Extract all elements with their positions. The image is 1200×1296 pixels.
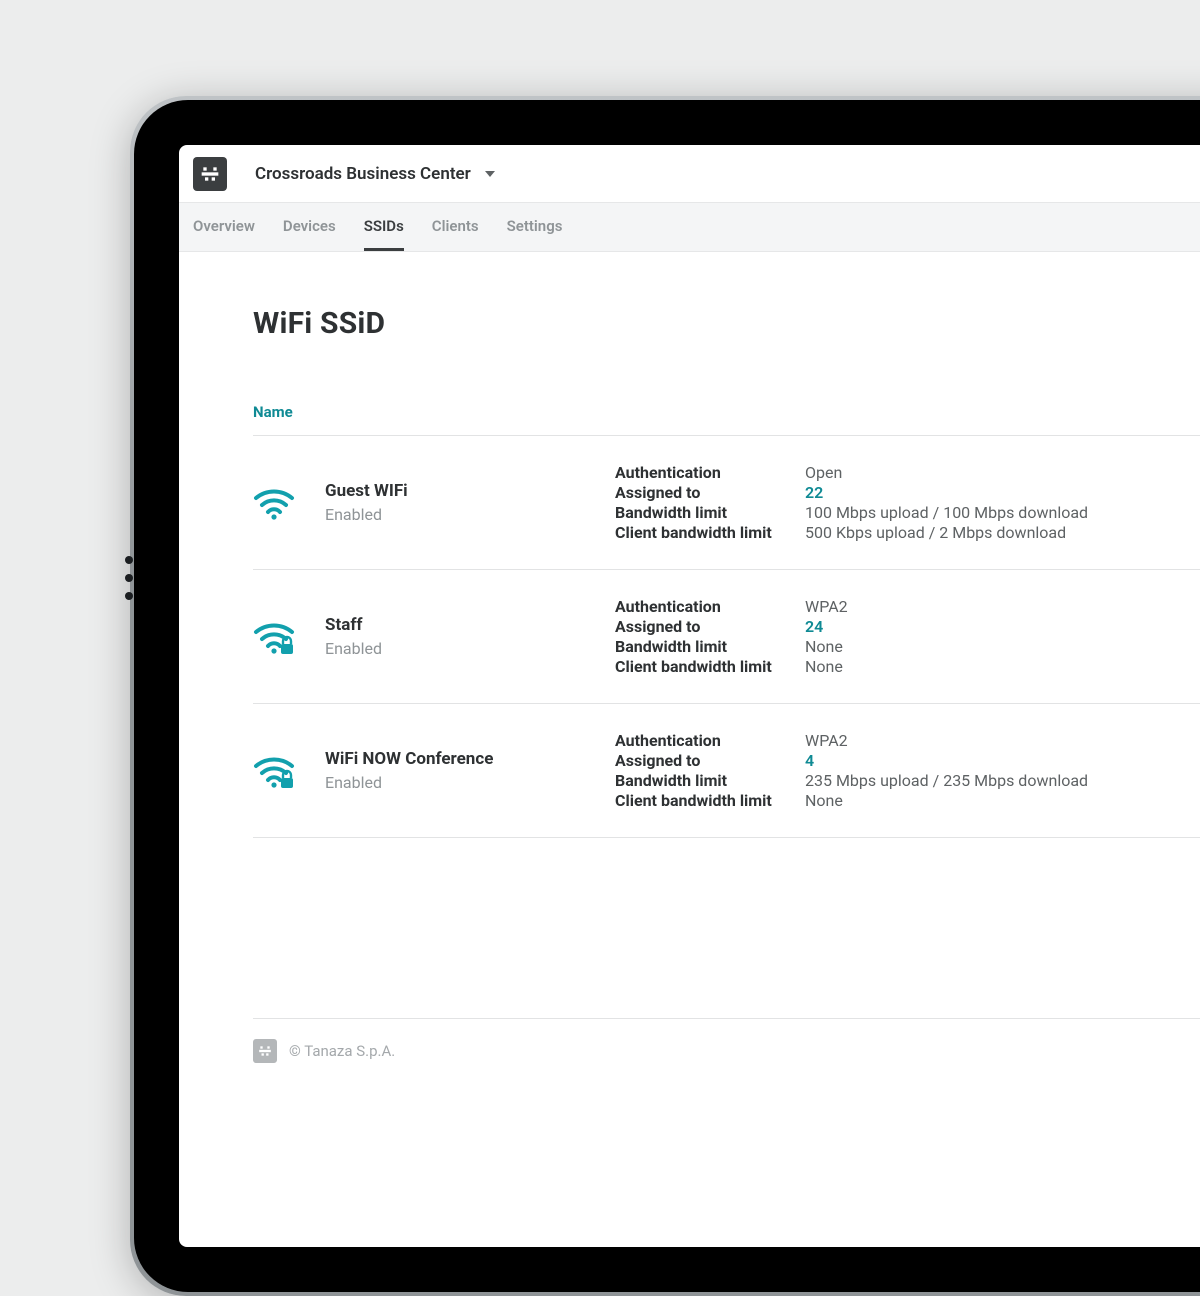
copyright-text: © Tanaza S.p.A.: [289, 1042, 395, 1060]
value-bandwidth-limit: 100 Mbps upload / 100 Mbps download: [805, 503, 1200, 522]
value-assigned-to[interactable]: 22: [805, 483, 1200, 502]
chevron-down-icon: [485, 171, 495, 177]
ssid-field-values: WPA2 24 None None: [805, 596, 1200, 677]
value-bandwidth-limit: 235 Mbps upload / 235 Mbps download: [805, 771, 1200, 790]
page-content: WiFi SSiD Name Guest WIFi Enabled Authen…: [179, 252, 1200, 1087]
ssid-field-labels: Authentication Assigned to Bandwidth lim…: [615, 596, 805, 677]
tab-settings[interactable]: Settings: [507, 203, 563, 251]
ssid-identity: WiFi NOW Conference Enabled: [325, 749, 615, 792]
tablet-frame: Crossroads Business Center Overview Devic…: [130, 96, 1200, 1296]
tablet-screen: Crossroads Business Center Overview Devic…: [179, 145, 1200, 1247]
value-client-bandwidth-limit: None: [805, 791, 1200, 810]
label-assigned-to: Assigned to: [615, 751, 805, 770]
label-client-bandwidth-limit: Client bandwidth limit: [615, 523, 805, 542]
device-side-buttons: [126, 546, 132, 610]
ssid-row[interactable]: WiFi NOW Conference Enabled Authenticati…: [253, 704, 1200, 838]
tab-label: SSIDs: [364, 217, 404, 235]
ssid-table: Name Guest WIFi Enabled Authentication A…: [253, 403, 1200, 838]
value-assigned-to[interactable]: 24: [805, 617, 1200, 636]
wifi-icon: [253, 486, 325, 520]
label-client-bandwidth-limit: Client bandwidth limit: [615, 791, 805, 810]
ssid-identity: Staff Enabled: [325, 615, 615, 658]
tab-label: Overview: [193, 217, 255, 235]
value-authentication: WPA2: [805, 731, 1200, 750]
label-bandwidth-limit: Bandwidth limit: [615, 503, 805, 522]
ssid-status: Enabled: [325, 639, 615, 658]
label-assigned-to: Assigned to: [615, 483, 805, 502]
ssid-status: Enabled: [325, 505, 615, 524]
label-authentication: Authentication: [615, 597, 805, 616]
ssid-identity: Guest WIFi Enabled: [325, 481, 615, 524]
value-client-bandwidth-limit: 500 Kbps upload / 2 Mbps download: [805, 523, 1200, 542]
tab-strip: Overview Devices SSIDs Clients Settings: [179, 203, 1200, 252]
tab-label: Clients: [432, 217, 479, 235]
tab-overview[interactable]: Overview: [193, 203, 255, 251]
wifi-secured-icon: [253, 620, 325, 654]
tab-ssids[interactable]: SSIDs: [364, 203, 404, 251]
brand-logo-icon[interactable]: [193, 157, 227, 191]
ssid-status: Enabled: [325, 773, 615, 792]
value-authentication: WPA2: [805, 597, 1200, 616]
column-header-name[interactable]: Name: [253, 403, 1200, 435]
label-client-bandwidth-limit: Client bandwidth limit: [615, 657, 805, 676]
value-client-bandwidth-limit: None: [805, 657, 1200, 676]
ssid-name: Guest WIFi: [325, 481, 615, 501]
wifi-secured-icon: [253, 754, 325, 788]
app-footer: © Tanaza S.p.A.: [253, 1018, 1200, 1063]
page-title: WiFi SSiD: [253, 306, 1200, 341]
value-bandwidth-limit: None: [805, 637, 1200, 656]
ssid-field-labels: Authentication Assigned to Bandwidth lim…: [615, 730, 805, 811]
label-authentication: Authentication: [615, 731, 805, 750]
ssid-row[interactable]: Guest WIFi Enabled Authentication Assign…: [253, 436, 1200, 570]
ssid-name: Staff: [325, 615, 615, 635]
ssid-field-values: WPA2 4 235 Mbps upload / 235 Mbps downlo…: [805, 730, 1200, 811]
tablet-bezel: Crossroads Business Center Overview Devic…: [134, 100, 1200, 1292]
label-assigned-to: Assigned to: [615, 617, 805, 636]
ssid-row[interactable]: Staff Enabled Authentication Assigned to…: [253, 570, 1200, 704]
ssid-field-values: Open 22 100 Mbps upload / 100 Mbps downl…: [805, 462, 1200, 543]
label-bandwidth-limit: Bandwidth limit: [615, 771, 805, 790]
network-name: Crossroads Business Center: [255, 164, 471, 184]
value-assigned-to[interactable]: 4: [805, 751, 1200, 770]
app-header: Crossroads Business Center: [179, 145, 1200, 203]
network-picker[interactable]: Crossroads Business Center: [255, 164, 495, 184]
ssid-field-labels: Authentication Assigned to Bandwidth lim…: [615, 462, 805, 543]
tab-label: Settings: [507, 217, 563, 235]
label-authentication: Authentication: [615, 463, 805, 482]
value-authentication: Open: [805, 463, 1200, 482]
ssid-name: WiFi NOW Conference: [325, 749, 615, 769]
tab-devices[interactable]: Devices: [283, 203, 336, 251]
label-bandwidth-limit: Bandwidth limit: [615, 637, 805, 656]
brand-logo-icon: [253, 1039, 277, 1063]
tab-clients[interactable]: Clients: [432, 203, 479, 251]
tab-label: Devices: [283, 217, 336, 235]
